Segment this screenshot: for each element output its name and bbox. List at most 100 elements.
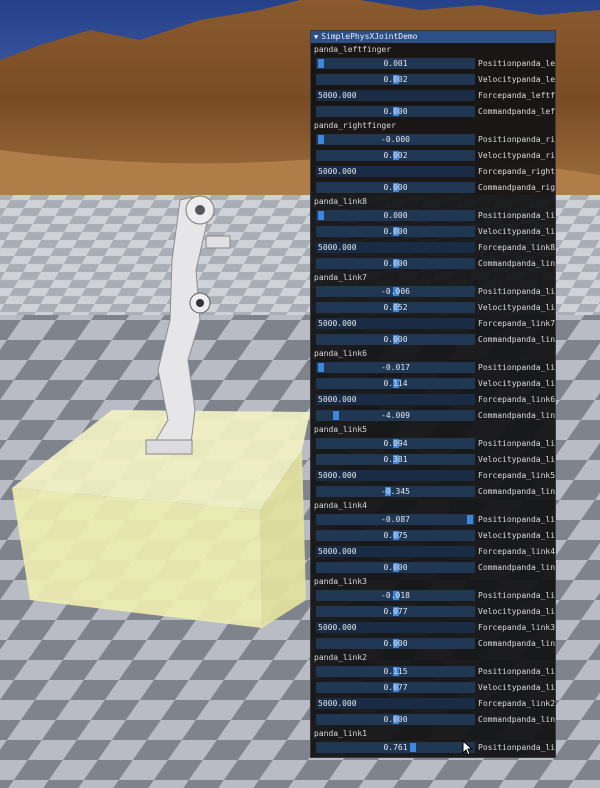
force-input[interactable]: 5000.000	[316, 166, 475, 177]
field-value: 0.052	[383, 303, 408, 312]
field-label: Forcepanda_link6	[478, 395, 556, 404]
group-title-panda-link6[interactable]: panda_link6	[311, 349, 555, 359]
joint-slider[interactable]: 0.002	[316, 150, 475, 161]
joint-row: 0.381 Velocitypanda_lin	[311, 453, 555, 467]
joint-row: 0.114 Velocitypanda_lin	[311, 377, 555, 391]
joint-slider[interactable]: 0.052	[316, 302, 475, 313]
field-value: 5000.000	[318, 471, 357, 480]
joint-slider[interactable]: 0.075	[316, 530, 475, 541]
mouse-cursor-icon	[462, 740, 474, 756]
field-label: Velocitypanda_rig	[478, 151, 556, 160]
field-value: -0.087	[381, 515, 410, 524]
field-value: 0.114	[383, 379, 408, 388]
field-label: Positionpanda_rig	[478, 135, 556, 144]
joint-slider[interactable]: 0.000	[316, 562, 475, 573]
joint-row: 0.115 Positionpanda_lin	[311, 665, 555, 679]
joint-slider[interactable]: 0.000	[316, 210, 475, 221]
joint-slider[interactable]: 0.000	[316, 106, 475, 117]
field-label: Velocitypanda_lef	[478, 75, 556, 84]
group-title-panda-link4[interactable]: panda_link4	[311, 501, 555, 511]
joint-slider[interactable]: 0.077	[316, 606, 475, 617]
field-value: 0.000	[383, 227, 408, 236]
field-value: 0.000	[383, 639, 408, 648]
force-input[interactable]: 5000.000	[316, 698, 475, 709]
joint-row: 0.000 Commandpanda_link	[311, 257, 555, 271]
joint-slider[interactable]: 0.000	[316, 714, 475, 725]
force-input[interactable]: 5000.000	[316, 242, 475, 253]
field-label: Forcepanda_rightf	[478, 167, 556, 176]
field-label: Commandpanda_link	[478, 563, 556, 572]
joint-slider[interactable]: -0.017	[316, 362, 475, 373]
joint-slider[interactable]: -0.345	[316, 486, 475, 497]
joint-slider[interactable]: -0.018	[316, 590, 475, 601]
field-label: Velocitypanda_lin	[478, 455, 556, 464]
force-input[interactable]: 5000.000	[316, 546, 475, 557]
group-title-panda-link2[interactable]: panda_link2	[311, 653, 555, 663]
field-label: Forcepanda_leftfi	[478, 91, 556, 100]
group-title-panda-link3[interactable]: panda_link3	[311, 577, 555, 587]
joint-slider[interactable]: 0.000	[316, 334, 475, 345]
field-value: 0.000	[383, 335, 408, 344]
field-value: 0.000	[383, 211, 408, 220]
joint-row: 0.077 Velocitypanda_lin	[311, 681, 555, 695]
field-value: 5000.000	[318, 623, 357, 632]
joint-slider[interactable]: 0.000	[316, 638, 475, 649]
joint-slider[interactable]: 0.000	[316, 182, 475, 193]
field-label: Forcepanda_link3	[478, 623, 556, 632]
joint-row: 0.094 Positionpanda_lin	[311, 437, 555, 451]
force-input[interactable]: 5000.000	[316, 90, 475, 101]
field-label: Velocitypanda_lin	[478, 607, 556, 616]
joint-slider[interactable]: 0.001	[316, 58, 475, 69]
force-input[interactable]: 5000.000	[316, 470, 475, 481]
joint-row: -0.000 Positionpanda_rig	[311, 133, 555, 147]
joint-slider[interactable]: -0.006	[316, 286, 475, 297]
triangle-down-icon[interactable]: ▼	[314, 33, 318, 41]
joint-slider[interactable]: -0.000	[316, 134, 475, 145]
joint-row: 5000.000 Forcepanda_link6	[311, 393, 555, 407]
joint-row: 0.000 Positionpanda_lin	[311, 209, 555, 223]
group-title-panda-link8[interactable]: panda_link8	[311, 197, 555, 207]
joint-row: 0.000 Commandpanda_righ	[311, 181, 555, 195]
joint-slider[interactable]: 0.094	[316, 438, 475, 449]
field-value: 0.001	[383, 59, 408, 68]
joint-row: 0.001 Positionpanda_lef	[311, 57, 555, 71]
force-input[interactable]: 5000.000	[316, 394, 475, 405]
joint-demo-window[interactable]: ▼ SimplePhysXJointDemo panda_leftfinger 0.…	[310, 30, 556, 758]
joint-row: 5000.000 Forcepanda_link2	[311, 697, 555, 711]
joint-slider[interactable]: -0.087	[316, 514, 475, 525]
force-input[interactable]: 5000.000	[316, 622, 475, 633]
field-value: 0.761	[383, 743, 408, 752]
joint-slider[interactable]: 0.381	[316, 454, 475, 465]
group-title-panda-link5[interactable]: panda_link5	[311, 425, 555, 435]
joint-row: 4.598Velocitypanda_lin	[311, 757, 555, 758]
group-title-panda-link1[interactable]: panda_link1	[311, 729, 555, 739]
field-value: 0.094	[383, 439, 408, 448]
window-titlebar[interactable]: ▼ SimplePhysXJointDemo	[311, 31, 555, 43]
field-label: Commandpanda_left	[478, 107, 556, 116]
field-label: Forcepanda_link5	[478, 471, 556, 480]
joint-row: 5000.000 Forcepanda_rightf	[311, 165, 555, 179]
joint-slider[interactable]: 0.000	[316, 258, 475, 269]
field-label: Positionpanda_lin	[478, 591, 556, 600]
group-title-panda-link7[interactable]: panda_link7	[311, 273, 555, 283]
joint-slider[interactable]: 0.077	[316, 682, 475, 693]
field-value: 5000.000	[318, 167, 357, 176]
window-title: SimplePhysXJointDemo	[321, 32, 418, 41]
joint-slider[interactable]: 0.114	[316, 378, 475, 389]
field-value: 5000.000	[318, 243, 357, 252]
joint-slider[interactable]: 0.002	[316, 74, 475, 85]
joint-slider[interactable]: 0.115	[316, 666, 475, 677]
joint-row: 5000.000 Forcepanda_link5	[311, 469, 555, 483]
joint-row: 0.000 Velocitypanda_lin	[311, 225, 555, 239]
joint-row: 0.000 Commandpanda_left	[311, 105, 555, 119]
joint-slider[interactable]: 0.000	[316, 226, 475, 237]
group-title-panda-rightfinger[interactable]: panda_rightfinger	[311, 121, 555, 131]
joint-slider[interactable]: 0.761	[316, 742, 475, 753]
joint-row: 0.000 Commandpanda_link	[311, 637, 555, 651]
force-input[interactable]: 5000.000	[316, 318, 475, 329]
joint-slider[interactable]: -4.009	[316, 410, 475, 421]
joint-row: -0.345 Commandpanda_link	[311, 485, 555, 499]
group-title-panda-leftfinger[interactable]: panda_leftfinger	[311, 45, 555, 55]
field-label: Commandpanda_link	[478, 335, 556, 344]
field-value: 5000.000	[318, 395, 357, 404]
